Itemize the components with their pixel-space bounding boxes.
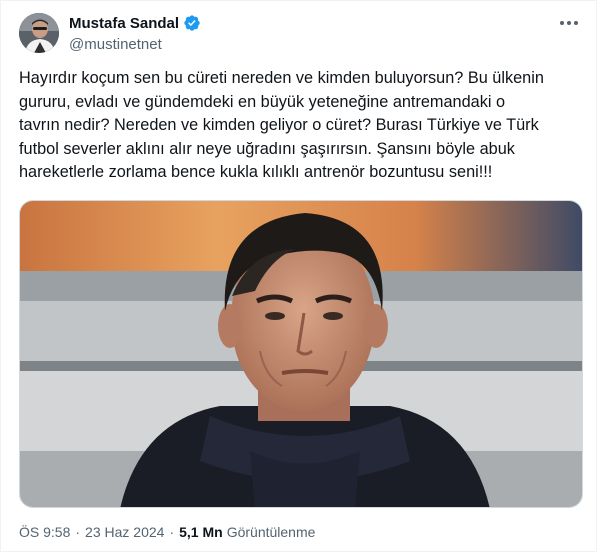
more-options-button[interactable]: [556, 13, 582, 33]
views-label: Görüntülenme: [226, 524, 316, 540]
author-handle[interactable]: @mustinetnet: [69, 36, 162, 53]
man-portrait-photo: [20, 201, 582, 507]
meta-separator: ·: [169, 524, 175, 540]
tweet-date[interactable]: 23 Haz 2024: [85, 524, 164, 540]
avatar-photo: [19, 13, 59, 53]
tweet-time[interactable]: ÖS 9:58: [19, 524, 70, 540]
tweet-card[interactable]: Mustafa Sandal @mustinetnet Hayırdır koç…: [0, 0, 597, 552]
views-count: 5,1 Mn: [179, 524, 223, 540]
tweet-meta: ÖS 9:58 · 23 Haz 2024 · 5,1 Mn Görüntüle…: [19, 524, 315, 540]
verified-badge-icon: [183, 14, 201, 32]
author-display-name[interactable]: Mustafa Sandal: [69, 15, 179, 32]
tweet-media[interactable]: [19, 200, 583, 508]
more-options-icon: [560, 21, 578, 25]
tweet-text: Hayırdır koçum sen bu cüreti nereden ve …: [19, 69, 544, 181]
author-name-row: Mustafa Sandal: [69, 14, 201, 32]
meta-separator: ·: [75, 524, 81, 540]
avatar[interactable]: [19, 13, 59, 53]
